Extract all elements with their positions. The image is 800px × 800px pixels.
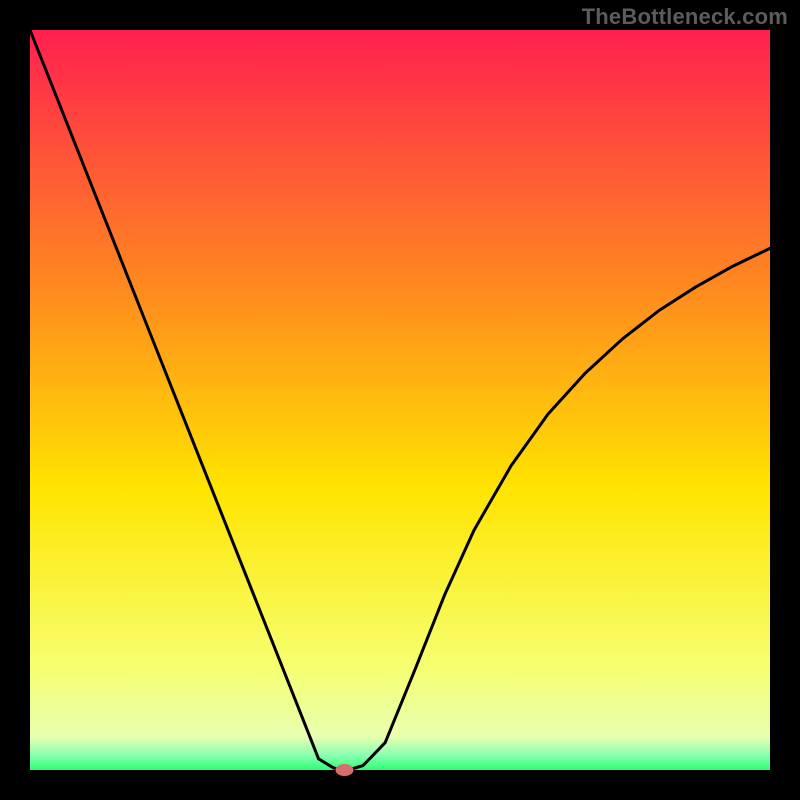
plot-background [30, 30, 770, 770]
chart-frame: { "watermark": "TheBottleneck.com", "cha… [0, 0, 800, 800]
bottleneck-chart [0, 0, 800, 800]
optimum-marker [336, 764, 354, 776]
watermark-text: TheBottleneck.com [582, 4, 788, 30]
